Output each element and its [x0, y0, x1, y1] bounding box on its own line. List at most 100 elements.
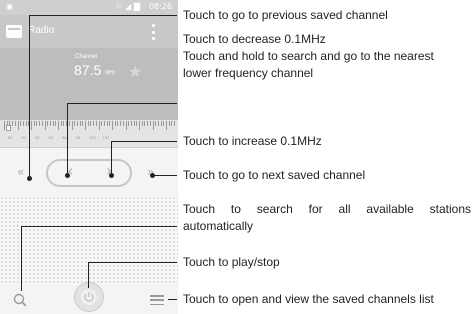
dial-tick [55, 121, 57, 126]
frequency-display: Channel 87.5 MHz ★ [0, 48, 178, 120]
dial-tick [106, 121, 108, 126]
callout-line-prev-saved-vertical [29, 15, 30, 178]
dial-tick [125, 121, 127, 130]
dial-label: 102 [102, 135, 110, 140]
callout-dot-next-saved [150, 173, 155, 178]
callout-saved-list: Touch to open and view the saved channel… [183, 292, 434, 306]
dial-tick [114, 121, 116, 126]
callout-increase: Touch to increase 0.1MHz [183, 134, 322, 148]
dial-tick [144, 121, 146, 126]
overflow-menu-icon[interactable] [149, 24, 157, 40]
dial-tick [4, 121, 5, 130]
callout-dot-increase [109, 173, 114, 178]
dial-tick [12, 121, 14, 126]
status-bar: ◉ ⚐ ◢ ▇ 08:26 [0, 0, 178, 15]
dial-tick [157, 121, 159, 126]
dial-tick [166, 121, 167, 130]
dial-tick [90, 121, 92, 126]
dial-tick [71, 121, 73, 130]
speaker-grille [0, 196, 178, 290]
dial-tick [117, 121, 119, 126]
dial-tick [87, 121, 89, 126]
dial-tick [44, 121, 46, 130]
dial-tick [109, 121, 111, 126]
callout-decrease-line3: lower frequency channel [183, 66, 314, 80]
dial-tick [36, 121, 38, 126]
callout-next-saved: Touch to go to next saved channel [183, 168, 366, 182]
play-stop-button[interactable] [74, 282, 104, 312]
dial-tick [95, 121, 97, 126]
callout-dot-prev-saved [27, 176, 32, 181]
callout-dot-decrease [65, 173, 70, 178]
dial-tick [68, 121, 70, 126]
callout-line-play-horizontal [88, 262, 177, 263]
callout-line-increase-vertical [111, 141, 112, 175]
dial-tick [133, 121, 135, 126]
prev-saved-channel-button[interactable]: « [17, 166, 24, 178]
frequency-unit: MHz [105, 70, 116, 76]
search-icon[interactable] [13, 293, 27, 307]
callout-line-play-vertical [88, 262, 89, 288]
callout-line-increase-horizontal [111, 141, 177, 142]
dial-tick [25, 121, 27, 126]
dial-tick [79, 121, 81, 126]
dial-label: 92 [35, 135, 40, 140]
callout-line-search-vertical [21, 226, 22, 291]
dial-tick [93, 121, 95, 126]
dial-label: 90 [21, 135, 26, 140]
dial-tick [14, 121, 16, 126]
dial-tick [52, 121, 54, 126]
callout-play-stop: Touch to play/stop [183, 255, 280, 269]
dial-tick [149, 121, 151, 126]
dial-tick [128, 121, 130, 126]
dial-tick [76, 121, 78, 126]
callout-search-line1: Touch to search for all available statio… [183, 202, 471, 216]
dial-tick [17, 121, 19, 130]
dial-tick [39, 121, 41, 126]
callout-line-search-horizontal [21, 226, 177, 227]
callout-decrease-line2: Touch and hold to search and go to the n… [183, 49, 434, 63]
dial-tick [60, 121, 62, 126]
dial-tick [85, 121, 86, 130]
dial-label: 100 [89, 135, 96, 140]
radio-app-screenshot: ◉ ⚐ ◢ ▇ 08:26 Radio Channel 87.5 MHz ★ 8… [0, 0, 178, 314]
dial-tick [147, 121, 149, 126]
dial-tick [120, 121, 122, 126]
saved-channels-list-icon[interactable] [150, 295, 164, 305]
dial-tick [33, 121, 35, 126]
callout-line-next-saved [152, 175, 177, 176]
power-icon [84, 292, 94, 302]
app-title: Radio [28, 25, 55, 36]
frequency-dial[interactable]: 88 90 92 94 96 98 100 102 [0, 120, 178, 148]
status-time: 08:26 [148, 2, 172, 11]
dial-tick [9, 121, 11, 126]
dial-tick [174, 121, 176, 126]
dial-tick [98, 121, 100, 130]
android-icon: ◉ [6, 2, 13, 11]
dial-tick [20, 121, 22, 126]
dial-label: 98 [75, 135, 80, 140]
status-icons: ⚐ ◢ ▇ [115, 2, 140, 11]
dial-tick [130, 121, 132, 126]
dial-tick [152, 121, 154, 130]
dial-tick [163, 121, 165, 126]
app-bar: Radio [0, 15, 178, 48]
dial-label: 88 [8, 135, 13, 140]
dial-tick [41, 121, 43, 126]
dial-tick [141, 121, 143, 126]
dial-tick [58, 121, 59, 130]
dial-tick [82, 121, 84, 126]
dial-tick [31, 121, 32, 130]
callout-line-decrease-vertical [67, 103, 68, 175]
callout-search-line2: automatically [183, 219, 254, 233]
dial-label: 94 [48, 135, 53, 140]
channel-label: Channel [75, 54, 98, 60]
radio-app-icon [6, 25, 22, 38]
callout-prev-saved: Touch to go to previous saved channel [183, 8, 388, 22]
favorite-star-icon[interactable]: ★ [128, 62, 142, 81]
dial-label: 96 [62, 135, 67, 140]
play-stop-inner [81, 289, 97, 305]
dial-tick [112, 121, 113, 130]
callout-decrease-line1: Touch to decrease 0.1MHz [183, 32, 326, 46]
dial-tick [101, 121, 103, 126]
